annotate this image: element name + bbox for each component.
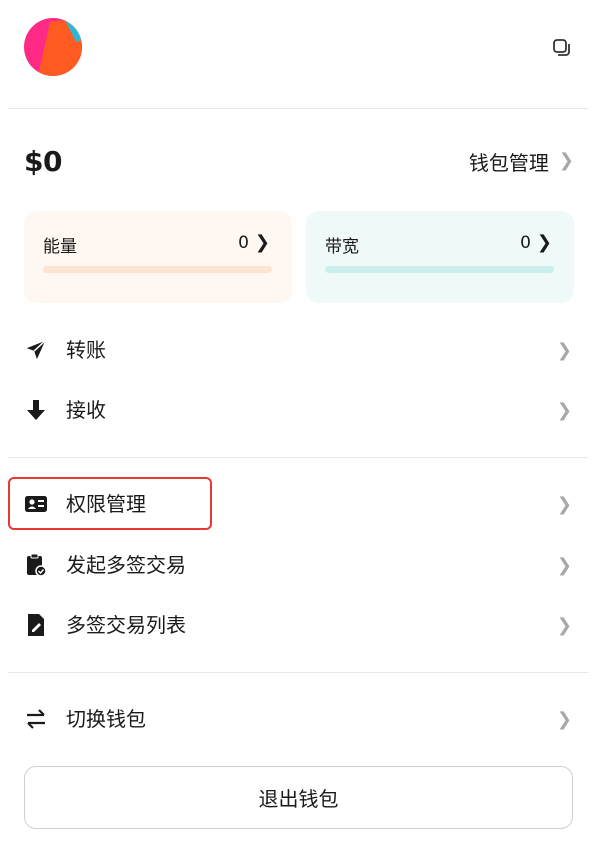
menu-label-multisig-list: 多签交易列表 — [66, 613, 186, 637]
divider — [8, 108, 588, 109]
avatar-icon[interactable] — [24, 18, 82, 76]
menu-item-initiate-multisig[interactable]: 发起多签交易 ❯ — [0, 536, 600, 594]
menu-item-transfer[interactable]: 转账 ❯ — [0, 321, 600, 379]
energy-card[interactable]: 能量 0 ❯ — [24, 211, 292, 303]
chevron-right-icon: ❯ — [536, 232, 552, 253]
wallet-management-link[interactable]: 钱包管理 ❯ — [469, 144, 574, 178]
arrow-down-icon — [24, 398, 48, 422]
chevron-right-icon: ❯ — [556, 709, 572, 730]
wallet-management-label: 钱包管理 — [468, 150, 549, 175]
menu-item-multisig-list[interactable]: 多签交易列表 ❯ — [0, 596, 600, 654]
energy-value: 0 — [238, 232, 249, 253]
bandwidth-card[interactable]: 带宽 0 ❯ — [306, 211, 574, 303]
bandwidth-value: 0 — [520, 232, 531, 253]
chevron-right-icon: ❯ — [556, 615, 572, 636]
menu-item-switch-wallet[interactable]: 切换钱包 ❯ — [0, 690, 600, 748]
chevron-right-icon: ❯ — [558, 150, 574, 171]
energy-label: 能量 — [43, 237, 77, 257]
menu-item-receive[interactable]: 接收 ❯ — [0, 381, 600, 439]
copy-icon[interactable] — [550, 36, 574, 60]
swap-arrows-icon — [24, 707, 48, 731]
bandwidth-bar — [325, 266, 554, 273]
balance-amount: $0 — [24, 145, 62, 178]
chevron-right-icon: ❯ — [556, 340, 572, 361]
menu-label-switch-wallet: 切换钱包 — [66, 707, 146, 731]
menu-label-permission-management: 权限管理 — [66, 492, 146, 516]
menu-item-permission-management[interactable]: 权限管理 ❯ — [0, 475, 600, 533]
chevron-right-icon: ❯ — [556, 494, 572, 515]
paper-plane-icon — [24, 338, 48, 362]
clipboard-check-icon — [24, 553, 48, 577]
bandwidth-value-group: 0 ❯ — [520, 232, 552, 253]
energy-bar — [43, 266, 272, 273]
energy-value-group: 0 ❯ — [238, 232, 270, 253]
menu-label-receive: 接收 — [66, 398, 106, 422]
chevron-right-icon: ❯ — [556, 555, 572, 576]
chevron-right-icon: ❯ — [254, 232, 270, 253]
menu-label-initiate-multisig: 发起多签交易 — [66, 553, 186, 577]
divider — [8, 457, 588, 458]
menu-label-transfer: 转账 — [66, 338, 106, 362]
header — [0, 0, 600, 108]
bandwidth-label: 带宽 — [325, 237, 359, 257]
logout-button[interactable]: 退出钱包 — [24, 766, 573, 829]
chevron-right-icon: ❯ — [556, 400, 572, 421]
file-edit-icon — [24, 613, 48, 637]
divider — [8, 672, 588, 673]
id-card-icon — [24, 492, 48, 516]
